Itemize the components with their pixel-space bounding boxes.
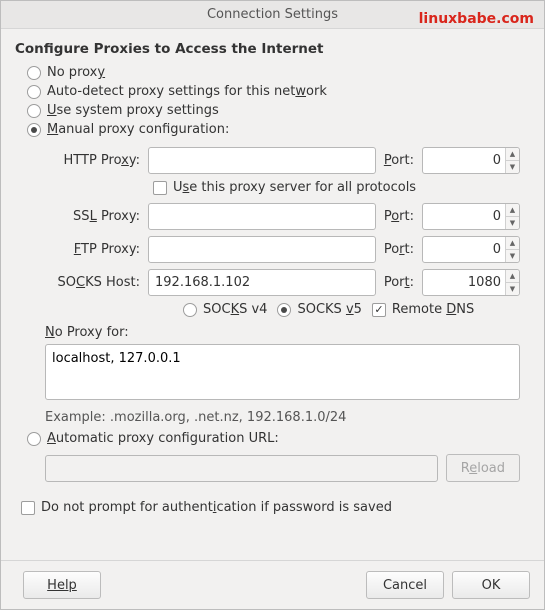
radio-label: SOCKS v5 [297,302,361,317]
reload-button: Reload [446,454,520,482]
spin-up-icon[interactable]: ▲ [506,148,519,161]
ftp-proxy-label: FTP Proxy: [45,242,140,257]
watermark: linuxbabe.com [419,5,534,33]
radio-no-proxy[interactable]: No proxy [27,65,530,80]
button-label: Help [47,578,77,593]
radio-icon [27,123,41,137]
section-heading: Configure Proxies to Access the Internet [15,41,530,57]
no-proxy-block: No Proxy for: localhost, 127.0.0.1 Examp… [45,325,520,425]
checkbox-label: Remote DNS [392,302,474,317]
use-for-all-checkbox[interactable]: Use this proxy server for all protocols [153,180,416,195]
pac-row: Reload [45,454,520,482]
spin-arrows: ▲ ▼ [505,270,519,295]
titlebar: Connection Settings linuxbabe.com [1,1,544,29]
radio-label: Manual proxy configuration: [47,122,229,137]
radio-manual[interactable]: Manual proxy configuration: [27,122,530,137]
remote-dns-checkbox[interactable]: Remote DNS [372,302,474,317]
radio-icon [183,303,197,317]
socks-host-row: SOCKS Host: Port: ▲ ▼ [45,269,520,296]
checkbox-icon [21,501,35,515]
radio-icon [27,85,41,99]
radio-icon [27,432,41,446]
checkbox-icon [153,181,167,195]
help-button[interactable]: Help [23,571,101,599]
spin-arrows: ▲ ▼ [505,148,519,173]
checkbox-icon [372,303,386,317]
radio-label: SOCKS v4 [203,302,267,317]
radio-label: Use system proxy settings [47,103,219,118]
no-proxy-textarea[interactable]: localhost, 127.0.0.1 [45,344,520,400]
dialog-footer: Help Cancel OK [1,560,544,609]
ftp-port-spin[interactable]: ▲ ▼ [422,236,520,263]
radio-socks-v4[interactable]: SOCKS v4 [183,302,267,317]
window-title: Connection Settings [207,7,338,22]
radio-icon [277,303,291,317]
ssl-proxy-label: SSL Proxy: [45,209,140,224]
ssl-port-label: Port: [384,209,414,224]
socks-port-label: Port: [384,275,414,290]
radio-label: Auto-detect proxy settings for this netw… [47,84,327,99]
pac-url-input [45,455,438,482]
spin-down-icon[interactable]: ▼ [506,283,519,295]
http-proxy-row: HTTP Proxy: Port: ▲ ▼ [45,147,520,174]
socks-host-label: SOCKS Host: [45,275,140,290]
checkbox-label: Do not prompt for authentication if pass… [41,500,392,515]
cancel-button[interactable]: Cancel [366,571,444,599]
radio-auto-detect[interactable]: Auto-detect proxy settings for this netw… [27,84,530,99]
spin-down-icon[interactable]: ▼ [506,217,519,229]
ssl-proxy-input[interactable] [148,203,376,230]
http-port-label: Port: [384,153,414,168]
ftp-port-label: Port: [384,242,414,257]
spin-up-icon[interactable]: ▲ [506,204,519,217]
spin-arrows: ▲ ▼ [505,204,519,229]
no-proxy-example: Example: .mozilla.org, .net.nz, 192.168.… [45,410,520,425]
spin-up-icon[interactable]: ▲ [506,237,519,250]
ssl-port-spin[interactable]: ▲ ▼ [422,203,520,230]
no-proxy-label: No Proxy for: [45,325,520,340]
connection-settings-window: Connection Settings linuxbabe.com Config… [0,0,545,610]
http-proxy-label: HTTP Proxy: [45,153,140,168]
checkbox-label: Use this proxy server for all protocols [173,180,416,195]
radio-automatic-url[interactable]: Automatic proxy configuration URL: [27,431,530,446]
ssl-proxy-row: SSL Proxy: Port: ▲ ▼ [45,203,520,230]
spin-arrows: ▲ ▼ [505,237,519,262]
content-area: Configure Proxies to Access the Internet… [1,29,544,560]
ftp-proxy-row: FTP Proxy: Port: ▲ ▼ [45,236,520,263]
http-proxy-input[interactable] [148,147,376,174]
radio-icon [27,104,41,118]
proxy-grid: HTTP Proxy: Port: ▲ ▼ Use this proxy ser… [45,147,520,317]
ok-button[interactable]: OK [452,571,530,599]
http-port-spin[interactable]: ▲ ▼ [422,147,520,174]
radio-socks-v5[interactable]: SOCKS v5 [277,302,361,317]
spin-up-icon[interactable]: ▲ [506,270,519,283]
radio-use-system[interactable]: Use system proxy settings [27,103,530,118]
spin-down-icon[interactable]: ▼ [506,250,519,262]
spin-down-icon[interactable]: ▼ [506,161,519,173]
radio-label: No proxy [47,65,105,80]
socks-port-spin[interactable]: ▲ ▼ [422,269,520,296]
ftp-proxy-input[interactable] [148,236,376,263]
radio-icon [27,66,41,80]
socks-host-input[interactable] [148,269,376,296]
radio-label: Automatic proxy configuration URL: [47,431,279,446]
no-prompt-checkbox[interactable]: Do not prompt for authentication if pass… [21,500,530,515]
